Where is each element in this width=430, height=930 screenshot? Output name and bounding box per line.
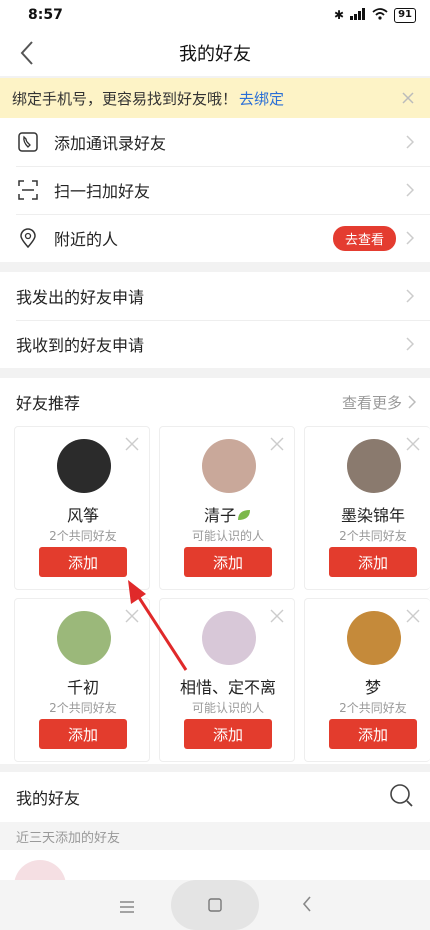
add-friend-button[interactable]: 添加 xyxy=(184,719,272,749)
add-friend-button[interactable]: 添加 xyxy=(39,547,127,577)
add-friend-menu: 添加通讯录好友 扫一扫加好友 附近的人 去查看 xyxy=(0,118,430,262)
close-icon[interactable] xyxy=(270,609,284,623)
recent-friends-label: 近三天添加的好友 xyxy=(0,822,430,850)
card-subtitle: 可能认识的人 xyxy=(191,529,264,543)
status-bar: 8:57 ✱ 91 xyxy=(0,0,430,30)
close-icon[interactable] xyxy=(406,609,420,623)
back-icon[interactable] xyxy=(302,896,312,916)
page-title: 我的好友 xyxy=(179,44,251,65)
location-pin-icon xyxy=(16,226,40,250)
card-name-text: 清子 xyxy=(203,506,236,525)
see-more-label: 查看更多 xyxy=(341,393,402,412)
card-name: 相惜、定不离 xyxy=(179,678,276,697)
menu-item-label: 添加通讯录好友 xyxy=(54,134,167,153)
card-subtitle: 2个共同好友 xyxy=(339,701,407,715)
signal-icon xyxy=(350,7,366,23)
card-subtitle: 2个共同好友 xyxy=(339,529,407,543)
avatar xyxy=(57,611,111,665)
card-subtitle: 2个共同好友 xyxy=(49,701,117,715)
menu-item-sent-requests[interactable]: 我发出的好友申请 xyxy=(0,272,430,320)
recommend-card[interactable]: 墨染锦年 2个共同好友 添加 xyxy=(304,426,430,590)
close-icon[interactable] xyxy=(125,609,139,623)
avatar xyxy=(347,439,401,493)
avatar xyxy=(202,439,256,493)
chevron-right-icon xyxy=(404,335,416,353)
avatar xyxy=(347,611,401,665)
recommend-title: 好友推荐 xyxy=(16,394,81,413)
back-button[interactable] xyxy=(12,38,42,68)
menu-item-label: 附近的人 xyxy=(54,230,119,249)
card-subtitle: 可能认识的人 xyxy=(191,701,264,715)
friend-recommend-section: 好友推荐 查看更多 风筝 2个共同好友 添加 清子 可能认识的人 添加 墨染锦年… xyxy=(0,378,430,764)
close-icon[interactable] xyxy=(406,437,420,451)
see-more-link[interactable]: 查看更多 xyxy=(342,392,416,413)
friend-requests-menu: 我发出的好友申请 我收到的好友申请 xyxy=(0,272,430,368)
chevron-right-icon xyxy=(408,395,416,409)
recommend-card[interactable]: 相惜、定不离 可能认识的人 添加 xyxy=(159,598,295,762)
add-friend-button[interactable]: 添加 xyxy=(39,719,127,749)
recommend-card[interactable]: 风筝 2个共同好友 添加 xyxy=(14,426,150,590)
chevron-right-icon xyxy=(404,287,416,305)
leaf-icon xyxy=(238,510,250,520)
phone-contacts-icon xyxy=(16,130,40,154)
menu-item-label: 我发出的好友申请 xyxy=(16,288,145,307)
square-icon xyxy=(208,898,222,912)
card-name: 风筝 xyxy=(66,506,99,525)
card-subtitle: 2个共同好友 xyxy=(49,529,117,543)
banner-text: 绑定手机号，更容易找到好友哦！ xyxy=(12,89,238,108)
wifi-icon xyxy=(372,7,388,23)
home-button[interactable] xyxy=(171,880,259,930)
add-friend-button[interactable]: 添加 xyxy=(329,719,417,749)
chevron-right-icon xyxy=(404,229,416,247)
add-friend-button[interactable]: 添加 xyxy=(184,547,272,577)
close-icon[interactable] xyxy=(270,437,284,451)
menu-item-received-requests[interactable]: 我收到的好友申请 xyxy=(0,320,430,368)
add-friend-button[interactable]: 添加 xyxy=(329,547,417,577)
my-friends-title: 我的好友 xyxy=(16,789,81,808)
my-friends-header: 我的好友 xyxy=(0,772,430,822)
navigation-bar: 我的好友 xyxy=(0,30,430,76)
avatar xyxy=(57,439,111,493)
chevron-right-icon xyxy=(404,133,416,151)
close-icon[interactable] xyxy=(125,437,139,451)
battery-indicator: 91 xyxy=(394,7,416,23)
search-icon[interactable] xyxy=(388,782,414,812)
menu-item-label: 扫一扫加好友 xyxy=(54,182,151,201)
menu-item-scan[interactable]: 扫一扫加好友 xyxy=(0,166,430,214)
close-icon xyxy=(402,92,414,104)
system-nav-bar xyxy=(0,880,430,930)
view-nearby-badge[interactable]: 去查看 xyxy=(332,225,396,251)
bind-phone-banner: 绑定手机号，更容易找到好友哦！ 去绑定 xyxy=(0,78,430,118)
menu-item-nearby[interactable]: 附近的人 去查看 xyxy=(0,214,430,262)
bind-phone-link[interactable]: 去绑定 xyxy=(239,88,284,109)
card-name: 千初 xyxy=(66,678,99,697)
avatar xyxy=(202,611,256,665)
menu-item-label: 我收到的好友申请 xyxy=(16,336,145,355)
card-name: 墨染锦年 xyxy=(340,506,405,525)
recommend-header: 好友推荐 查看更多 xyxy=(0,378,430,426)
banner-close-button[interactable] xyxy=(398,88,418,108)
card-name: 清子 xyxy=(160,502,296,526)
bluetooth-icon: ✱ xyxy=(334,8,345,22)
chevron-right-icon xyxy=(404,181,416,199)
recommend-card[interactable]: 千初 2个共同好友 添加 xyxy=(14,598,150,762)
scan-icon xyxy=(16,178,40,202)
status-time: 8:57 xyxy=(28,7,63,23)
back-arrow-icon xyxy=(20,41,33,65)
recommend-card[interactable]: 梦 2个共同好友 添加 xyxy=(304,598,430,762)
recommend-card[interactable]: 清子 可能认识的人 添加 xyxy=(159,426,295,590)
menu-icon[interactable] xyxy=(120,898,134,917)
status-icons: ✱ 91 xyxy=(334,7,416,23)
menu-item-contacts[interactable]: 添加通讯录好友 xyxy=(0,118,430,166)
recommend-cards: 风筝 2个共同好友 添加 清子 可能认识的人 添加 墨染锦年 2个共同好友 添加… xyxy=(0,426,430,766)
card-name: 梦 xyxy=(364,678,381,697)
